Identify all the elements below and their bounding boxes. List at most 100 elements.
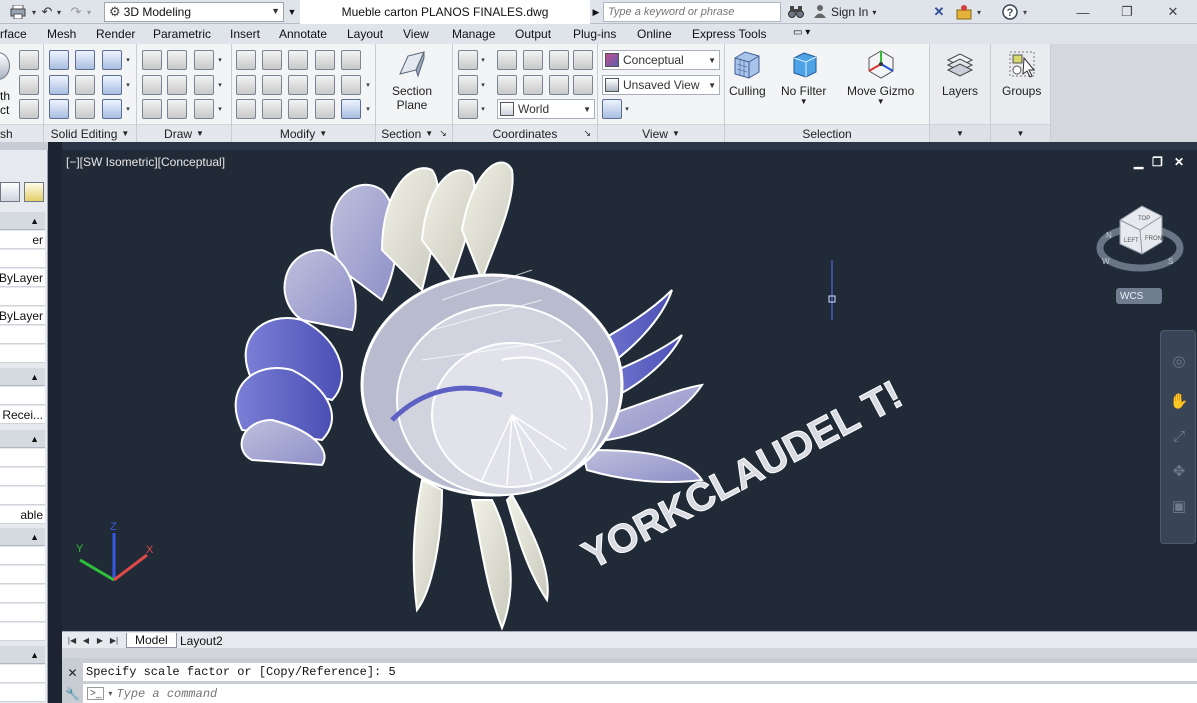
mesh-globe-icon[interactable] bbox=[19, 50, 39, 70]
property-row[interactable] bbox=[0, 250, 45, 268]
zoom-extents-icon[interactable]: ⤢ bbox=[1169, 426, 1189, 446]
panel-label-selection[interactable]: Selection bbox=[725, 124, 929, 142]
groups-button[interactable]: Groups bbox=[1002, 48, 1041, 98]
slice-icon[interactable] bbox=[75, 75, 95, 95]
tab-plug-ins[interactable]: Plug-ins bbox=[573, 27, 616, 41]
undo-dropdown-icon[interactable]: ▾ bbox=[55, 2, 63, 22]
search-input[interactable] bbox=[608, 6, 780, 18]
arc-icon[interactable] bbox=[194, 50, 214, 70]
layers-button[interactable]: Layers bbox=[942, 48, 978, 98]
property-row[interactable] bbox=[0, 623, 45, 641]
sign-in-button[interactable]: Sign In ▾ bbox=[813, 3, 876, 21]
tab-online[interactable]: Online bbox=[637, 27, 672, 41]
prev-layout-icon[interactable]: ◀ bbox=[80, 634, 92, 646]
stretch-icon[interactable] bbox=[341, 50, 361, 70]
tab-layout2[interactable]: Layout2 bbox=[172, 633, 231, 648]
3d-rotate-icon[interactable] bbox=[262, 50, 282, 70]
panel-label-coordinates[interactable]: Coordinates ↘ bbox=[453, 124, 597, 142]
offset-icon[interactable] bbox=[262, 99, 282, 119]
viewport-config-icon[interactable] bbox=[602, 99, 622, 119]
panel-label-mesh[interactable]: sh bbox=[0, 124, 43, 142]
panel-label-section[interactable]: Section ▼ ↘ bbox=[376, 124, 452, 142]
spline-icon[interactable] bbox=[142, 75, 162, 95]
ribbon-state-toggle-icon[interactable]: ▭ ▾ bbox=[793, 27, 810, 38]
undo-icon[interactable]: ↶ bbox=[38, 2, 56, 22]
array-icon[interactable] bbox=[341, 99, 361, 119]
property-row[interactable] bbox=[0, 684, 45, 702]
thicken-icon[interactable] bbox=[75, 99, 95, 119]
showmotion-icon[interactable]: ▣ bbox=[1169, 496, 1189, 516]
property-row[interactable] bbox=[0, 547, 45, 565]
viewcube[interactable]: TOP LEFT FRONT N W S bbox=[1096, 205, 1184, 272]
property-row[interactable] bbox=[0, 566, 45, 584]
help-icon[interactable]: ? bbox=[1000, 3, 1020, 21]
mesh-big-icon[interactable] bbox=[0, 52, 10, 80]
property-row-shadow[interactable]: Recei... bbox=[0, 406, 45, 424]
expand-arrow-icon[interactable]: ▶ bbox=[591, 4, 601, 20]
line-icon[interactable] bbox=[167, 75, 187, 95]
chevron-down-icon[interactable]: ▾ bbox=[124, 75, 132, 95]
tab-parametric[interactable]: Parametric bbox=[153, 27, 211, 41]
ucs-select[interactable]: World ▼ bbox=[497, 99, 595, 119]
ucs-x-icon[interactable] bbox=[523, 50, 543, 70]
ucs-3point-icon[interactable] bbox=[458, 75, 478, 95]
ucs-y-icon[interactable] bbox=[523, 75, 543, 95]
polygon-icon[interactable] bbox=[167, 50, 187, 70]
command-prompt-icon[interactable]: >_ bbox=[87, 687, 105, 700]
chevron-down-icon[interactable]: ▾ bbox=[479, 99, 487, 119]
section-3d-visualization-header[interactable]: ▲ bbox=[0, 368, 45, 386]
ellipse-icon[interactable] bbox=[194, 99, 214, 119]
panel-label-draw[interactable]: Draw ▼ bbox=[137, 124, 231, 142]
shell-icon[interactable] bbox=[102, 99, 122, 119]
pentagon-icon[interactable] bbox=[142, 99, 162, 119]
polyline-icon[interactable] bbox=[142, 50, 162, 70]
chevron-down-icon[interactable]: ▾ bbox=[479, 75, 487, 95]
3d-mirror-icon[interactable] bbox=[262, 75, 282, 95]
move-gizmo-button[interactable]: Move Gizmo ▼ bbox=[847, 48, 914, 106]
close-command-window-icon[interactable]: ✕ bbox=[65, 665, 80, 680]
3d-align-icon[interactable] bbox=[236, 75, 256, 95]
property-row[interactable] bbox=[0, 604, 45, 622]
ucs-face-icon[interactable] bbox=[497, 50, 517, 70]
chevron-down-icon[interactable]: ▾ bbox=[216, 99, 224, 119]
named-view-select[interactable]: Unsaved View ▼ bbox=[602, 75, 720, 95]
chevron-down-icon[interactable]: ▾ bbox=[124, 99, 132, 119]
property-row[interactable] bbox=[0, 345, 45, 363]
fillet-icon[interactable] bbox=[236, 50, 256, 70]
ucs-view-icon[interactable] bbox=[549, 50, 569, 70]
subtract-icon[interactable] bbox=[49, 75, 69, 95]
tab-annotate[interactable]: Annotate bbox=[279, 27, 327, 41]
no-filter-button[interactable]: No Filter ▼ bbox=[781, 48, 826, 106]
print-dropdown-icon[interactable]: ▾ bbox=[30, 2, 38, 22]
command-window-grip[interactable] bbox=[62, 648, 1197, 658]
trim-icon[interactable] bbox=[288, 99, 308, 119]
tab-render[interactable]: Render bbox=[96, 27, 135, 41]
match-properties-icon[interactable] bbox=[236, 99, 256, 119]
section-general-header[interactable]: ▲ bbox=[0, 212, 45, 230]
dialog-launcher-icon[interactable]: ↘ bbox=[439, 128, 447, 139]
binoculars-icon[interactable] bbox=[786, 3, 806, 21]
property-row[interactable] bbox=[0, 449, 45, 467]
rotate-icon[interactable] bbox=[288, 75, 308, 95]
ucs-world-icon[interactable] bbox=[458, 99, 478, 119]
panel-label-groups[interactable]: ▼ bbox=[991, 124, 1050, 142]
chevron-down-icon[interactable]: ▾ bbox=[974, 3, 984, 21]
customize-icon[interactable]: 🔧 bbox=[65, 686, 80, 701]
first-layout-icon[interactable]: |◀ bbox=[66, 634, 78, 646]
tab-express-tools[interactable]: Express Tools bbox=[692, 27, 766, 41]
intersect-icon[interactable] bbox=[49, 99, 69, 119]
chevron-down-icon[interactable]: ▾ bbox=[108, 689, 112, 698]
explode-icon[interactable] bbox=[315, 99, 335, 119]
property-row[interactable] bbox=[0, 288, 45, 306]
property-row[interactable] bbox=[0, 468, 45, 486]
orbit-icon[interactable]: ✥ bbox=[1169, 461, 1189, 481]
select-objects-icon[interactable] bbox=[24, 182, 44, 202]
ucs-icon[interactable] bbox=[458, 50, 478, 70]
solid-box-icon[interactable] bbox=[102, 50, 122, 70]
property-row-layer[interactable]: er bbox=[0, 231, 45, 249]
exchange-icon[interactable]: ✕ bbox=[930, 3, 948, 21]
property-row[interactable] bbox=[0, 326, 45, 344]
print-icon[interactable] bbox=[8, 2, 28, 22]
chevron-down-icon[interactable]: ▾ bbox=[364, 75, 372, 95]
chevron-down-icon[interactable]: ▾ bbox=[364, 99, 372, 119]
